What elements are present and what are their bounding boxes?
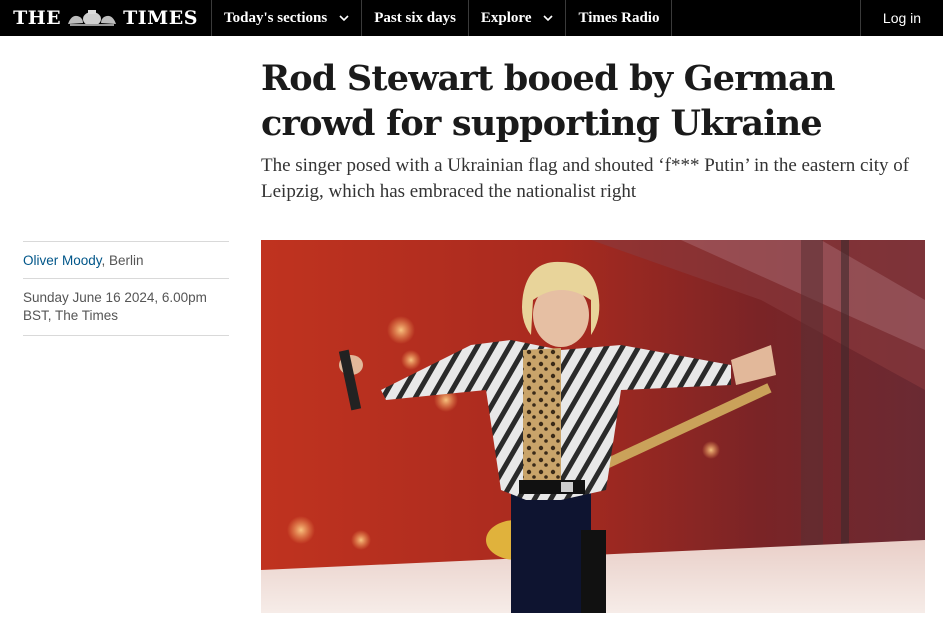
top-navigation-bar: THE TIMES Today's sections Past six days… xyxy=(0,0,943,36)
author-row: Oliver Moody, Berlin xyxy=(23,242,229,278)
the-times-logo[interactable]: THE TIMES xyxy=(0,0,212,36)
chevron-down-icon xyxy=(543,15,554,22)
chevron-down-icon xyxy=(339,15,349,22)
nav-todays-sections-label: Today's sections xyxy=(224,9,328,26)
logo-word-times: TIMES xyxy=(123,7,198,29)
article-byline: Oliver Moody, Berlin Sunday June 16 2024… xyxy=(23,241,229,336)
article-lead-image[interactable] xyxy=(261,240,925,613)
nav-past-six-days[interactable]: Past six days xyxy=(362,0,469,36)
nav-todays-sections[interactable]: Today's sections xyxy=(212,0,363,36)
author-location: , Berlin xyxy=(101,253,144,268)
logo-word-the: THE xyxy=(13,7,62,29)
publish-date: Sunday June 16 2024, 6.00pm BST, The Tim… xyxy=(23,290,207,323)
login-button[interactable]: Log in xyxy=(860,0,943,36)
article-standfirst: The singer posed with a Ukrainian flag a… xyxy=(261,155,910,202)
nav-explore[interactable]: Explore xyxy=(469,0,567,36)
nav-explore-label: Explore xyxy=(480,9,532,26)
nav-times-radio[interactable]: Times Radio xyxy=(566,0,673,36)
royal-crest-icon xyxy=(68,10,117,26)
login-label: Log in xyxy=(882,10,922,26)
byline-divider-bottom xyxy=(23,335,229,336)
article-headline: Rod Stewart booed by German crowd for su… xyxy=(261,58,835,144)
concert-photo xyxy=(261,240,925,613)
nav-past-six-days-label: Past six days xyxy=(374,9,456,26)
nav-times-radio-label: Times Radio xyxy=(578,9,660,26)
author-link[interactable]: Oliver Moody xyxy=(23,253,102,268)
